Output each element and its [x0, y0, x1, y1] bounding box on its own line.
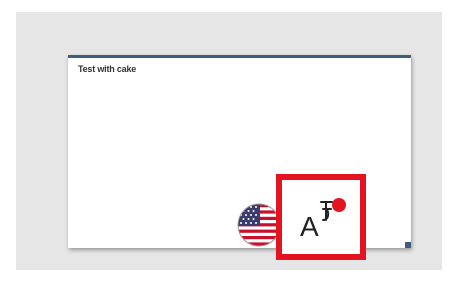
slide-thumbnail[interactable]: Test with cake A [68, 55, 411, 260]
translate-icon[interactable]: A [298, 190, 356, 246]
canvas-area: Test with cake A [16, 12, 442, 270]
translate-letter: A [300, 211, 319, 242]
resize-handle[interactable] [405, 242, 411, 248]
notification-dot-icon [332, 198, 346, 212]
translate-button-highlight[interactable]: A [276, 174, 366, 260]
slide-title: Test with cake [78, 64, 137, 74]
